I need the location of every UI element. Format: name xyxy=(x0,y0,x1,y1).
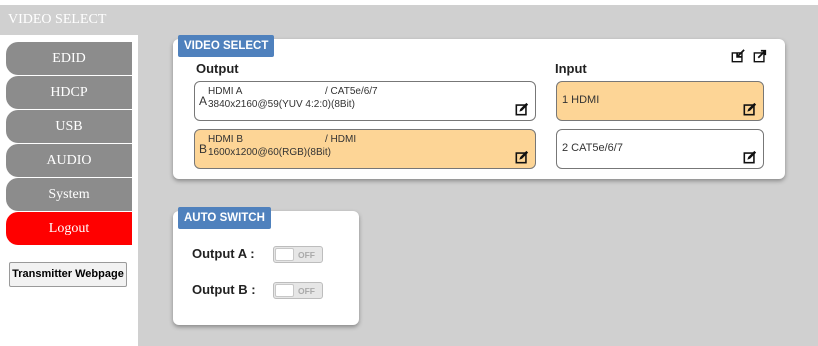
output-name: HDMI B xyxy=(208,134,243,145)
output-b-toggle[interactable]: OFF xyxy=(273,282,323,299)
sidebar-item-logout[interactable]: Logout xyxy=(6,212,132,245)
input-slot-1[interactable]: 1 HDMI xyxy=(556,81,764,121)
edit-icon[interactable] xyxy=(515,150,529,164)
sidebar: VIDEO SELECT EDID HDCP USB AUDIO System … xyxy=(0,0,138,346)
toggle-state: OFF xyxy=(298,286,315,296)
sidebar-item-usb[interactable]: USB xyxy=(6,110,132,143)
output-heading: Output xyxy=(196,61,239,76)
input-heading: Input xyxy=(555,61,587,76)
input-label: 2 CAT5e/6/7 xyxy=(562,142,623,154)
video-select-panel: VIDEO SELECT Output Input A HDMI A / CAT… xyxy=(173,35,785,179)
auto-switch-panel: AUTO SWITCH Output A : OFF Output B : OF… xyxy=(173,207,359,325)
output-slot-a[interactable]: A HDMI A / CAT5e/6/7 3840x2160@59(YUV 4:… xyxy=(194,81,536,121)
auto-switch-title: AUTO SWITCH xyxy=(178,207,271,229)
import-icon[interactable] xyxy=(731,49,745,63)
sidebar-item-hdcp[interactable]: HDCP xyxy=(6,76,132,109)
output-name: HDMI A xyxy=(208,86,243,97)
input-slot-2[interactable]: 2 CAT5e/6/7 xyxy=(556,129,764,169)
main-area: VIDEO SELECT Output Input A HDMI A / CAT… xyxy=(138,5,818,346)
edit-icon[interactable] xyxy=(743,102,757,116)
video-select-title: VIDEO SELECT xyxy=(178,35,275,57)
sidebar-header-label: VIDEO SELECT xyxy=(8,12,107,27)
output-route: / CAT5e/6/7 xyxy=(325,86,378,97)
output-format: 1600x1200@60(RGB)(8Bit) xyxy=(208,147,331,158)
output-letter: A xyxy=(199,94,208,108)
output-slot-b[interactable]: B HDMI B / HDMI 1600x1200@60(RGB)(8Bit) xyxy=(194,129,536,169)
output-letter: B xyxy=(199,142,208,156)
edit-icon[interactable] xyxy=(743,150,757,164)
output-a-toggle[interactable]: OFF xyxy=(273,246,323,263)
output-format: 3840x2160@59(YUV 4:2:0)(8Bit) xyxy=(208,99,355,110)
toggle-knob xyxy=(275,248,294,261)
export-icon[interactable] xyxy=(753,49,767,63)
input-label: 1 HDMI xyxy=(562,94,600,106)
sidebar-item-system[interactable]: System xyxy=(6,178,132,211)
sidebar-header: VIDEO SELECT xyxy=(0,5,138,35)
toggle-state: OFF xyxy=(298,250,315,260)
edit-icon[interactable] xyxy=(515,102,529,116)
output-a-label: Output A : xyxy=(192,246,255,261)
output-b-label: Output B : xyxy=(192,282,256,297)
sidebar-item-edid[interactable]: EDID xyxy=(6,42,132,75)
transmitter-webpage-button[interactable]: Transmitter Webpage xyxy=(9,262,127,287)
output-route: / HDMI xyxy=(325,134,357,145)
sidebar-item-audio[interactable]: AUDIO xyxy=(6,144,132,177)
toggle-knob xyxy=(275,284,294,297)
